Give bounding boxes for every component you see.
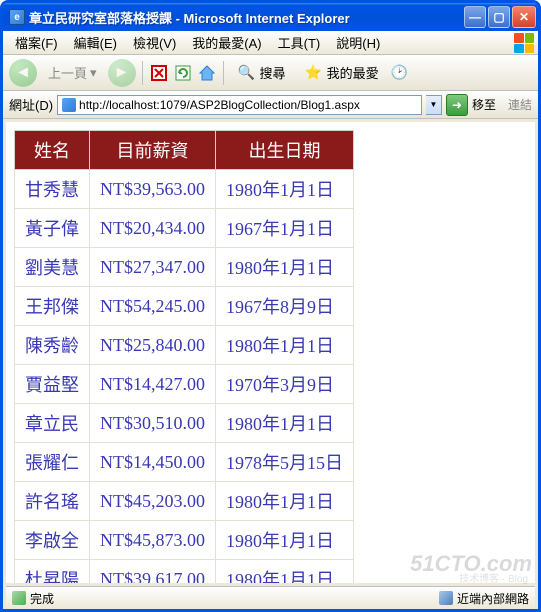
url-input[interactable] (79, 98, 417, 112)
address-label: 網址(D) (9, 95, 53, 114)
table-cell: 1980年1月1日 (216, 560, 354, 584)
address-input-wrap (57, 95, 422, 115)
table-cell: NT$14,450.00 (90, 443, 216, 482)
maximize-button[interactable]: ▢ (488, 6, 510, 28)
table-row: 陳秀齡NT$25,840.001980年1月1日 (15, 326, 354, 365)
table-cell: NT$39,617.00 (90, 560, 216, 584)
status-text: 完成 (30, 590, 54, 607)
table-cell: NT$39,563.00 (90, 170, 216, 209)
separator (223, 61, 224, 85)
back-label[interactable]: 上一頁 ▾ (41, 59, 104, 86)
table-cell: NT$20,434.00 (90, 209, 216, 248)
browser-window: e 章立民研究室部落格授課 - Microsoft Internet Explo… (0, 0, 541, 612)
titlebar: e 章立民研究室部落格授課 - Microsoft Internet Explo… (3, 3, 538, 31)
close-button[interactable]: ✕ (512, 6, 536, 28)
search-button[interactable]: 🔍搜尋 (230, 59, 293, 87)
table-cell: 1980年1月1日 (216, 521, 354, 560)
table-cell: NT$45,873.00 (90, 521, 216, 560)
address-bar: 網址(D) ▼ ➜ 移至 連結 (3, 91, 538, 119)
column-header: 目前薪資 (90, 131, 216, 170)
table-row: 甘秀慧NT$39,563.001980年1月1日 (15, 170, 354, 209)
table-cell: 1967年1月1日 (216, 209, 354, 248)
table-cell: NT$45,203.00 (90, 482, 216, 521)
table-row: 杜昇陽NT$39,617.001980年1月1日 (15, 560, 354, 584)
window-title: 章立民研究室部落格授課 - Microsoft Internet Explore… (29, 8, 464, 27)
menu-view[interactable]: 檢視(V) (125, 31, 184, 54)
table-cell: 許名瑤 (15, 482, 90, 521)
menubar: 檔案(F) 編輯(E) 檢視(V) 我的最愛(A) 工具(T) 說明(H) (3, 31, 538, 55)
app-icon: e (9, 9, 25, 25)
stop-icon[interactable] (149, 63, 169, 83)
menu-help[interactable]: 說明(H) (328, 31, 388, 54)
table-cell: 1980年1月1日 (216, 482, 354, 521)
links-label[interactable]: 連結 (508, 96, 532, 113)
table-cell: 1980年1月1日 (216, 326, 354, 365)
table-row: 劉美慧NT$27,347.001980年1月1日 (15, 248, 354, 287)
address-dropdown[interactable]: ▼ (426, 95, 442, 115)
history-icon[interactable]: 🕑 (390, 63, 410, 83)
table-cell: 章立民 (15, 404, 90, 443)
refresh-icon[interactable] (173, 63, 193, 83)
menu-file[interactable]: 檔案(F) (7, 31, 66, 54)
column-header: 姓名 (15, 131, 90, 170)
table-row: 李啟全NT$45,873.001980年1月1日 (15, 521, 354, 560)
table-cell: NT$30,510.00 (90, 404, 216, 443)
zone-icon (439, 591, 453, 605)
menu-tools[interactable]: 工具(T) (270, 31, 329, 54)
done-icon (12, 591, 26, 605)
table-cell: 黃子偉 (15, 209, 90, 248)
table-row: 許名瑤NT$45,203.001980年1月1日 (15, 482, 354, 521)
table-cell: 1978年5月15日 (216, 443, 354, 482)
table-cell: 1980年1月1日 (216, 248, 354, 287)
star-icon: ⭐ (304, 63, 324, 83)
page-icon (62, 98, 76, 112)
table-row: 賈益堅NT$14,427.001970年3月9日 (15, 365, 354, 404)
zone-text: 近端內部網路 (457, 590, 529, 607)
table-cell: NT$54,245.00 (90, 287, 216, 326)
table-row: 王邦傑NT$54,245.001967年8月9日 (15, 287, 354, 326)
toolbar: ◄ 上一頁 ▾ ► 🔍搜尋 ⭐我的最愛 🕑 (3, 55, 538, 91)
minimize-button[interactable]: — (464, 6, 486, 28)
table-cell: NT$14,427.00 (90, 365, 216, 404)
search-icon: 🔍 (237, 63, 257, 83)
table-row: 張耀仁NT$14,450.001978年5月15日 (15, 443, 354, 482)
table-cell: 劉美慧 (15, 248, 90, 287)
windows-logo-icon (514, 33, 534, 53)
table-row: 黃子偉NT$20,434.001967年1月1日 (15, 209, 354, 248)
back-button[interactable]: ◄ (9, 59, 37, 87)
table-cell: NT$25,840.00 (90, 326, 216, 365)
content-area: 姓名目前薪資出生日期 甘秀慧NT$39,563.001980年1月1日黃子偉NT… (6, 122, 535, 583)
table-cell: 王邦傑 (15, 287, 90, 326)
table-cell: 1980年1月1日 (216, 170, 354, 209)
favorites-button[interactable]: ⭐我的最愛 (297, 59, 386, 87)
table-cell: 張耀仁 (15, 443, 90, 482)
table-cell: NT$27,347.00 (90, 248, 216, 287)
table-cell: 1970年3月9日 (216, 365, 354, 404)
statusbar: 完成 近端內部網路 (6, 586, 535, 609)
menu-edit[interactable]: 編輯(E) (66, 31, 125, 54)
table-row: 章立民NT$30,510.001980年1月1日 (15, 404, 354, 443)
separator (142, 61, 143, 85)
forward-button[interactable]: ► (108, 59, 136, 87)
go-button[interactable]: ➜ (446, 94, 468, 116)
table-cell: 賈益堅 (15, 365, 90, 404)
home-icon[interactable] (197, 63, 217, 83)
table-cell: 甘秀慧 (15, 170, 90, 209)
data-table: 姓名目前薪資出生日期 甘秀慧NT$39,563.001980年1月1日黃子偉NT… (14, 130, 354, 583)
table-cell: 1980年1月1日 (216, 404, 354, 443)
column-header: 出生日期 (216, 131, 354, 170)
menu-favorites[interactable]: 我的最愛(A) (184, 31, 269, 54)
table-cell: 李啟全 (15, 521, 90, 560)
go-label: 移至 (472, 96, 496, 113)
table-cell: 杜昇陽 (15, 560, 90, 584)
table-cell: 陳秀齡 (15, 326, 90, 365)
table-cell: 1967年8月9日 (216, 287, 354, 326)
